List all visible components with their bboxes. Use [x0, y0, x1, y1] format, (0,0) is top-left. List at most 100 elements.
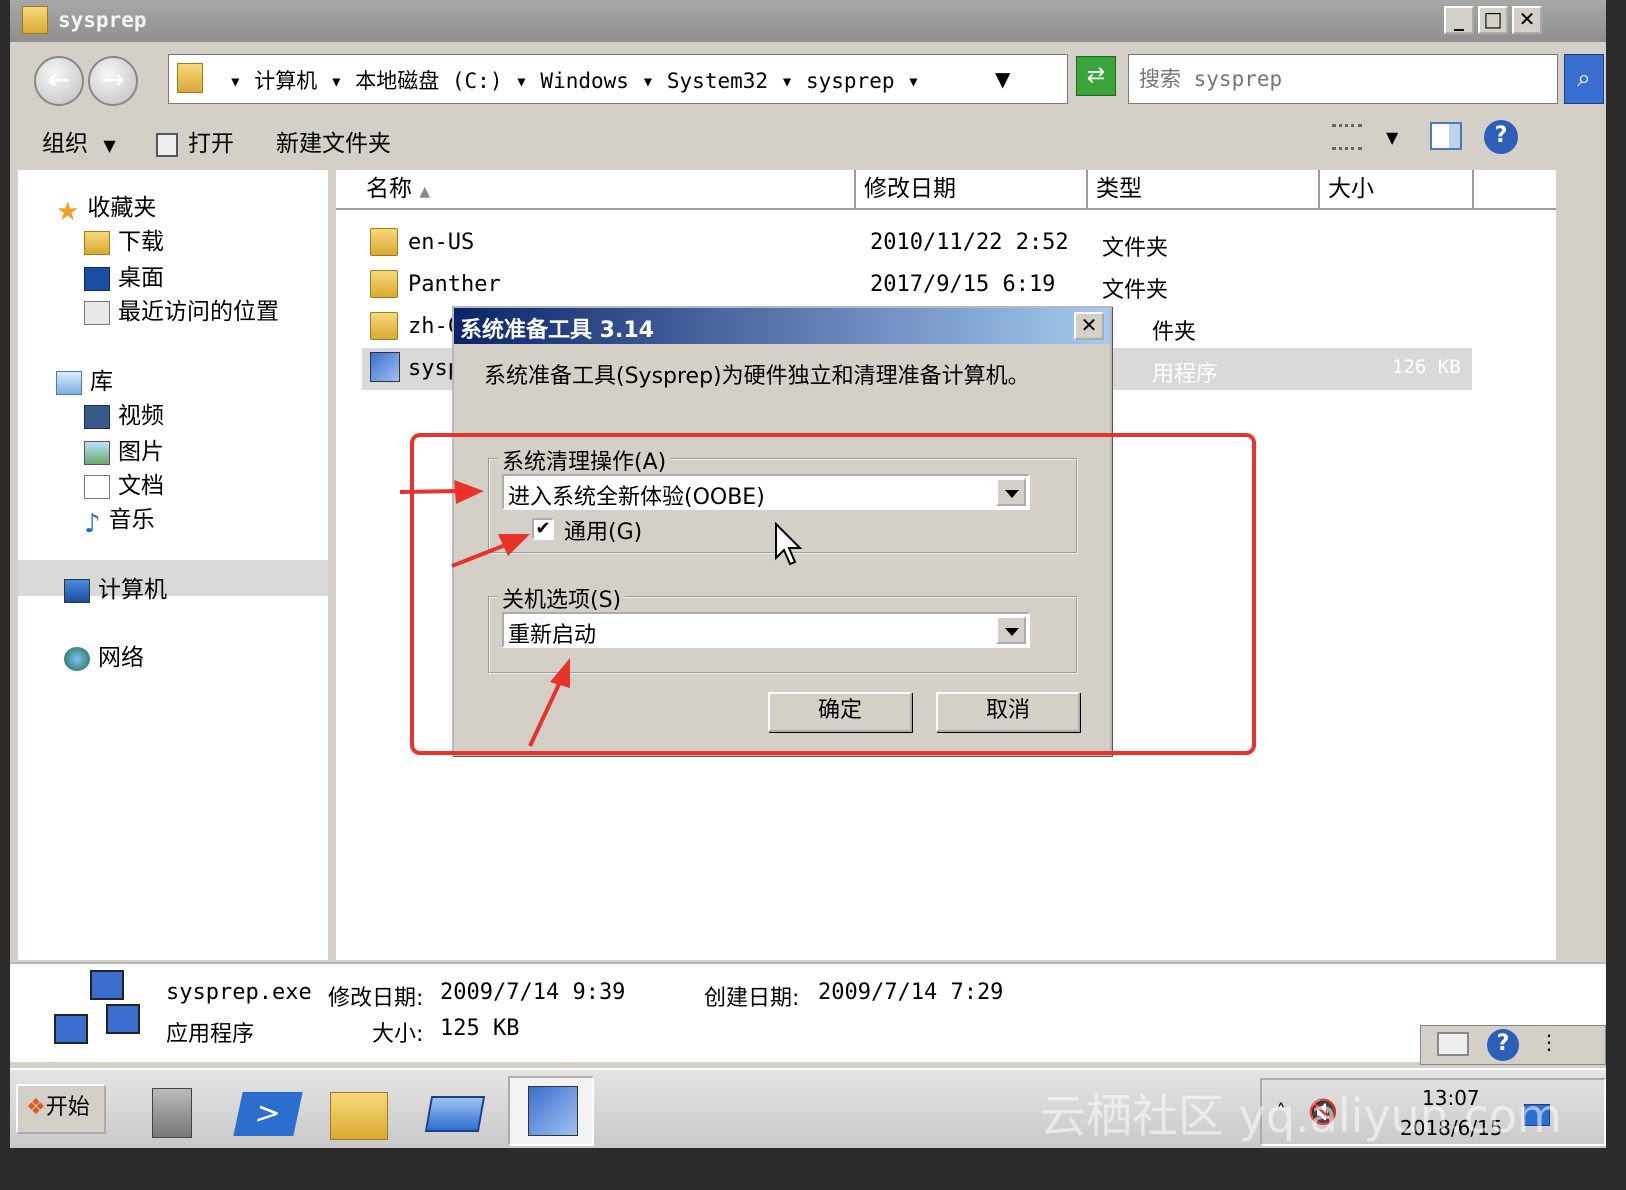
- network-icon: [64, 646, 90, 671]
- dialog-close-button[interactable]: ✕: [1074, 312, 1104, 340]
- organize-menu[interactable]: 组织 ▼: [42, 124, 116, 158]
- breadcrumb-sep-icon[interactable]: ▾: [642, 69, 667, 93]
- annotation-arrow-2: [451, 542, 509, 568]
- nav-downloads[interactable]: 下载: [84, 222, 164, 256]
- file-name: en-US: [408, 230, 475, 255]
- sysprep-app-icon: [528, 1086, 578, 1136]
- taskbar-sysprep[interactable]: [508, 1076, 594, 1146]
- picture-icon: [84, 440, 110, 465]
- download-folder-icon: [84, 230, 110, 255]
- video-icon: [84, 404, 110, 429]
- application-icon: [370, 352, 400, 382]
- table-row[interactable]: Panther 2017/9/15 6:19 文件夹: [362, 264, 1472, 306]
- nav-computer[interactable]: 计算机: [64, 570, 167, 604]
- nav-favorites[interactable]: ★ 收藏夹: [56, 188, 156, 227]
- maximize-button[interactable]: □: [1478, 6, 1508, 34]
- file-date: 2017/9/15 6:19: [870, 272, 1056, 297]
- nav-videos[interactable]: 视频: [84, 396, 164, 430]
- column-type[interactable]: 类型: [1090, 170, 1320, 210]
- taskbar-server-manager[interactable]: [128, 1076, 214, 1146]
- file-type: 件夹: [1152, 320, 1197, 345]
- nav-videos-label: 视频: [118, 403, 164, 429]
- star-icon: ★: [56, 196, 80, 227]
- chevron-down-icon: ▼: [103, 136, 116, 155]
- help-icon[interactable]: ?: [1487, 1029, 1519, 1061]
- organize-label: 组织: [42, 131, 88, 157]
- taskbar-powershell[interactable]: >: [224, 1076, 310, 1146]
- close-button[interactable]: ✕: [1512, 6, 1542, 34]
- column-name[interactable]: 名称 ▲: [336, 170, 856, 210]
- back-icon[interactable]: ←: [34, 56, 84, 106]
- table-row[interactable]: en-US 2010/11/22 2:52 文件夹: [362, 222, 1472, 264]
- minimize-button[interactable]: _: [1444, 6, 1474, 34]
- breadcrumb-sysprep[interactable]: sysprep: [806, 69, 895, 93]
- folder-icon: [177, 63, 203, 93]
- view-options-icon[interactable]: [1332, 124, 1362, 150]
- address-dropdown-icon[interactable]: ▼: [995, 67, 1010, 91]
- file-date: 2010/11/22 2:52: [870, 230, 1069, 255]
- preview-pane-icon[interactable]: [1430, 122, 1462, 150]
- nav-downloads-label: 下载: [118, 229, 164, 255]
- more-icon[interactable]: ⋮: [1539, 1030, 1559, 1054]
- search-icon[interactable]: ⌕: [1564, 54, 1604, 104]
- folder-icon: [370, 228, 398, 256]
- search-input[interactable]: [1139, 63, 1539, 95]
- nav-libraries[interactable]: 库: [56, 362, 113, 396]
- nav-music[interactable]: ♪ 音乐: [84, 500, 155, 539]
- forward-icon[interactable]: →: [88, 56, 138, 106]
- breadcrumb: ▾ 计算机 ▾ 本地磁盘 (C:) ▾ Windows ▾ System32 ▾…: [229, 65, 920, 95]
- breadcrumb-drive[interactable]: 本地磁盘 (C:): [355, 69, 502, 93]
- dialog-title-bar[interactable]: 系统准备工具 3.14 ✕: [454, 308, 1110, 344]
- nav-desktop-label: 桌面: [118, 265, 164, 291]
- detail-filename: sysprep.exe: [166, 980, 312, 1005]
- windows-logo-icon: ❖: [26, 1095, 46, 1120]
- command-bar: 组织 ▼ 打开 新建文件夹 ▼ ?: [10, 112, 1606, 166]
- breadcrumb-sep-icon[interactable]: ▾: [515, 69, 540, 93]
- breadcrumb-sep-icon[interactable]: ▾: [907, 69, 920, 93]
- nav-network-label: 网络: [98, 645, 144, 671]
- taskbar-explorer[interactable]: [314, 1076, 400, 1146]
- nav-network[interactable]: 网络: [64, 638, 144, 672]
- nav-desktop[interactable]: 桌面: [84, 258, 164, 292]
- nav-documents[interactable]: 文档: [84, 466, 164, 500]
- taskbar-remote-desktop[interactable]: [410, 1076, 496, 1146]
- file-type: 文件夹: [1102, 278, 1169, 303]
- nav-documents-label: 文档: [118, 473, 164, 499]
- open-button[interactable]: 打开: [156, 124, 234, 158]
- column-header: 名称 ▲ 修改日期 类型 大小: [336, 170, 1556, 210]
- nav-pictures[interactable]: 图片: [84, 432, 164, 466]
- annotation-arrow-1: [399, 489, 461, 494]
- file-size: 126 KB: [1392, 356, 1461, 378]
- sysprep-app-icon: [50, 970, 140, 1056]
- breadcrumb-windows[interactable]: Windows: [540, 69, 629, 93]
- breadcrumb-sep-icon[interactable]: ▾: [781, 69, 806, 93]
- breadcrumb-system32[interactable]: System32: [667, 69, 768, 93]
- chevron-down-icon[interactable]: ▼: [1386, 128, 1398, 147]
- keyboard-icon[interactable]: [1437, 1032, 1469, 1056]
- nav-recent[interactable]: 最近访问的位置: [84, 292, 279, 326]
- column-date[interactable]: 修改日期: [858, 170, 1088, 210]
- annotation-arrow-3: [528, 681, 562, 747]
- new-folder-button[interactable]: 新建文件夹: [276, 124, 391, 158]
- column-size[interactable]: 大小: [1322, 170, 1474, 210]
- breadcrumb-computer[interactable]: 计算机: [254, 69, 317, 93]
- document-icon: [84, 474, 110, 499]
- refresh-icon[interactable]: ⇄: [1076, 56, 1116, 96]
- remote-desktop-icon: [424, 1096, 486, 1132]
- breadcrumb-sep-icon[interactable]: ▾: [229, 69, 254, 93]
- folder-icon: [22, 6, 48, 34]
- breadcrumb-sep-icon[interactable]: ▾: [330, 69, 355, 93]
- nav-recent-label: 最近访问的位置: [118, 299, 279, 325]
- open-label: 打开: [188, 131, 234, 157]
- address-bar-row: ← → ▾ 计算机 ▾ 本地磁盘 (C:) ▾ Windows ▾ System…: [18, 46, 1604, 110]
- watermark: 云栖社区 yq.aliyun.com: [1040, 1089, 1562, 1143]
- desktop-icon: [84, 266, 110, 291]
- start-button[interactable]: ❖开始: [16, 1084, 106, 1134]
- address-box[interactable]: ▾ 计算机 ▾ 本地磁盘 (C:) ▾ Windows ▾ System32 ▾…: [168, 54, 1068, 104]
- nav-pictures-label: 图片: [118, 439, 164, 465]
- folder-icon: [370, 312, 398, 340]
- title-bar[interactable]: sysprep _ □ ✕: [10, 0, 1606, 42]
- nav-computer-label: 计算机: [98, 577, 167, 603]
- nav-libraries-label: 库: [90, 369, 113, 395]
- help-icon[interactable]: ?: [1484, 120, 1518, 154]
